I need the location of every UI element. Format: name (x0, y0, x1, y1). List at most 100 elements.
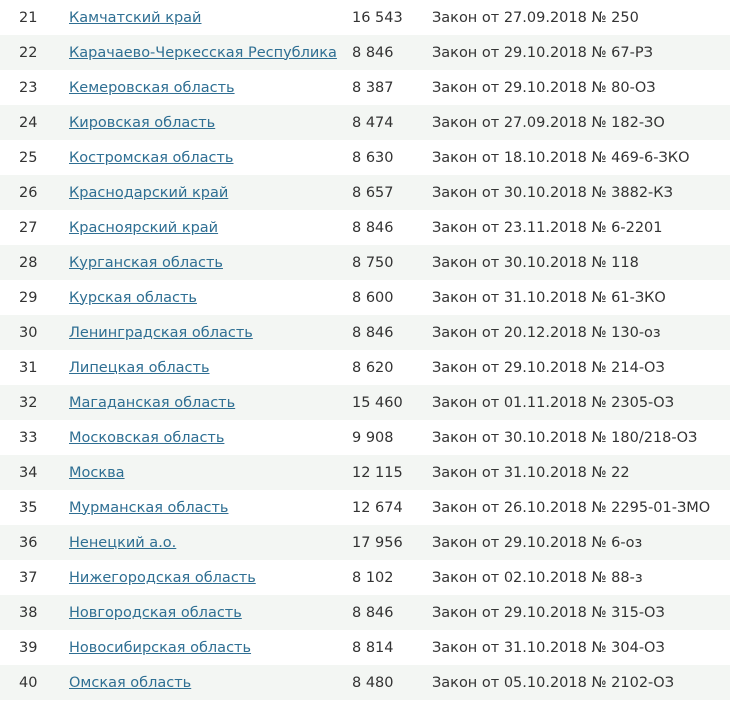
row-number: 25 (19, 149, 38, 166)
amount-cell: 8 630 (352, 149, 394, 166)
row-number: 21 (19, 9, 38, 26)
region-link[interactable]: Московская область (69, 430, 224, 446)
region-cell: Курганская область (69, 245, 352, 280)
region-link[interactable]: Костромская область (69, 150, 233, 166)
amount-cell: 17 956 (352, 534, 403, 551)
row-number: 26 (19, 184, 38, 201)
region-link[interactable]: Карачаево-Черкесская Республика (69, 45, 337, 61)
law-cell: Закон от 29.10.2018 № 315-ОЗ (432, 604, 665, 621)
table-row: 35 Мурманская область 12 674 Закон от 26… (0, 490, 730, 525)
amount-cell: 8 846 (352, 324, 394, 341)
region-link[interactable]: Новгородская область (69, 605, 242, 621)
region-cell: Курская область (69, 280, 352, 315)
table-row: 23 Кемеровская область 8 387 Закон от 29… (0, 70, 730, 105)
table-row: 28 Курганская область 8 750 Закон от 30.… (0, 245, 730, 280)
law-cell: Закон от 27.09.2018 № 182-ЗО (432, 114, 665, 131)
row-number: 31 (19, 359, 38, 376)
row-number: 36 (19, 534, 38, 551)
table-row: 33 Московская область 9 908 Закон от 30.… (0, 420, 730, 455)
regions-table: 21 Камчатский край 16 543 Закон от 27.09… (0, 0, 730, 700)
amount-cell: 8 846 (352, 604, 394, 621)
law-cell: Закон от 30.10.2018 № 118 (432, 254, 639, 271)
law-cell: Закон от 01.11.2018 № 2305-ОЗ (432, 394, 674, 411)
table-row: 21 Камчатский край 16 543 Закон от 27.09… (0, 0, 730, 35)
law-cell: Закон от 02.10.2018 № 88-з (432, 569, 643, 586)
region-cell: Камчатский край (69, 0, 352, 35)
region-link[interactable]: Курская область (69, 290, 197, 306)
table-row: 37 Нижегородская область 8 102 Закон от … (0, 560, 730, 595)
law-cell: Закон от 05.10.2018 № 2102-ОЗ (432, 674, 674, 691)
amount-cell: 8 814 (352, 639, 394, 656)
table-row: 36 Ненецкий а.о. 17 956 Закон от 29.10.2… (0, 525, 730, 560)
region-link[interactable]: Кировская область (69, 115, 215, 131)
row-number: 39 (19, 639, 38, 656)
law-cell: Закон от 29.10.2018 № 80-ОЗ (432, 79, 656, 96)
table-row: 38 Новгородская область 8 846 Закон от 2… (0, 595, 730, 630)
region-link[interactable]: Москва (69, 465, 125, 481)
region-link[interactable]: Ленинградская область (69, 325, 253, 341)
region-cell: Нижегородская область (69, 560, 352, 595)
amount-cell: 8 750 (352, 254, 394, 271)
table-row: 40 Омская область 8 480 Закон от 05.10.2… (0, 665, 730, 700)
amount-cell: 12 674 (352, 499, 403, 516)
region-link[interactable]: Новосибирская область (69, 640, 251, 656)
region-cell: Красноярский край (69, 210, 352, 245)
region-link[interactable]: Липецкая область (69, 360, 210, 376)
table-row: 31 Липецкая область 8 620 Закон от 29.10… (0, 350, 730, 385)
region-cell: Мурманская область (69, 490, 352, 525)
region-link[interactable]: Мурманская область (69, 500, 228, 516)
row-number: 23 (19, 79, 38, 96)
region-link[interactable]: Краснодарский край (69, 185, 228, 201)
region-cell: Москва (69, 455, 352, 490)
row-number: 30 (19, 324, 38, 341)
law-cell: Закон от 18.10.2018 № 469-6-ЗКО (432, 149, 690, 166)
law-cell: Закон от 23.11.2018 № 6-2201 (432, 219, 663, 236)
region-link[interactable]: Магаданская область (69, 395, 235, 411)
region-link[interactable]: Ненецкий а.о. (69, 535, 176, 551)
amount-cell: 12 115 (352, 464, 403, 481)
region-link[interactable]: Камчатский край (69, 10, 201, 26)
amount-cell: 8 102 (352, 569, 394, 586)
row-number: 27 (19, 219, 38, 236)
region-cell: Карачаево-Черкесская Республика (69, 35, 352, 70)
law-cell: Закон от 29.10.2018 № 6-оз (432, 534, 643, 551)
amount-cell: 8 846 (352, 44, 394, 61)
law-cell: Закон от 31.10.2018 № 61-ЗКО (432, 289, 666, 306)
law-cell: Закон от 30.10.2018 № 180/218-ОЗ (432, 429, 698, 446)
amount-cell: 8 387 (352, 79, 394, 96)
amount-cell: 9 908 (352, 429, 394, 446)
region-link[interactable]: Омская область (69, 675, 191, 691)
row-number: 37 (19, 569, 38, 586)
law-cell: Закон от 26.10.2018 № 2295-01-ЗМО (432, 499, 711, 516)
row-number: 24 (19, 114, 38, 131)
region-cell: Новосибирская область (69, 630, 352, 665)
law-cell: Закон от 29.10.2018 № 67-РЗ (432, 44, 653, 61)
amount-cell: 8 620 (352, 359, 394, 376)
law-cell: Закон от 31.10.2018 № 304-ОЗ (432, 639, 665, 656)
region-cell: Кемеровская область (69, 70, 352, 105)
table-row: 34 Москва 12 115 Закон от 31.10.2018 № 2… (0, 455, 730, 490)
table-row: 24 Кировская область 8 474 Закон от 27.0… (0, 105, 730, 140)
table-row: 32 Магаданская область 15 460 Закон от 0… (0, 385, 730, 420)
region-link[interactable]: Курганская область (69, 255, 223, 271)
region-cell: Московская область (69, 420, 352, 455)
region-link[interactable]: Красноярский край (69, 220, 218, 236)
amount-cell: 8 846 (352, 219, 394, 236)
law-cell: Закон от 27.09.2018 № 250 (432, 9, 639, 26)
table-row: 26 Краснодарский край 8 657 Закон от 30.… (0, 175, 730, 210)
amount-cell: 15 460 (352, 394, 403, 411)
row-number: 29 (19, 289, 38, 306)
row-number: 33 (19, 429, 38, 446)
row-number: 40 (19, 674, 38, 691)
region-cell: Краснодарский край (69, 175, 352, 210)
region-cell: Липецкая область (69, 350, 352, 385)
region-cell: Костромская область (69, 140, 352, 175)
region-cell: Кировская область (69, 105, 352, 140)
region-link[interactable]: Кемеровская область (69, 80, 235, 96)
table-row: 25 Костромская область 8 630 Закон от 18… (0, 140, 730, 175)
region-cell: Новгородская область (69, 595, 352, 630)
region-link[interactable]: Нижегородская область (69, 570, 256, 586)
region-cell: Ленинградская область (69, 315, 352, 350)
table-body: 21 Камчатский край 16 543 Закон от 27.09… (0, 0, 730, 700)
row-number: 22 (19, 44, 38, 61)
